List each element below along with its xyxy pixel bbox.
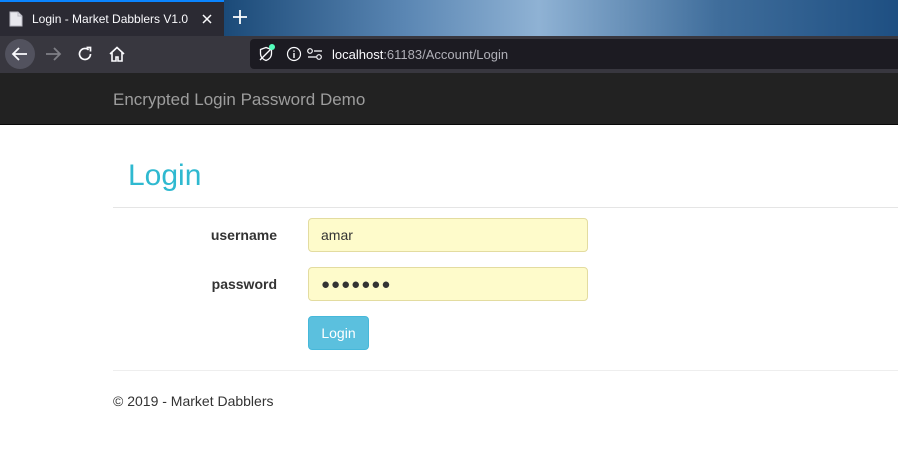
url-text[interactable]: localhost:61183/Account/Login: [332, 47, 508, 62]
username-label: username: [210, 227, 277, 243]
close-icon[interactable]: [199, 11, 215, 27]
info-icon[interactable]: [286, 46, 302, 62]
browser-tab-active[interactable]: Login - Market Dabblers V1.0: [0, 0, 224, 36]
reload-button[interactable]: [70, 39, 100, 69]
arrow-left-icon: [11, 47, 27, 61]
page-icon: [9, 11, 23, 27]
page-title: Login: [128, 159, 202, 192]
username-input[interactable]: [308, 218, 588, 252]
permissions-icon[interactable]: [306, 46, 324, 62]
back-button[interactable]: [5, 39, 35, 69]
url-path: :61183/Account/Login: [383, 47, 509, 62]
site-brand-link[interactable]: Encrypted Login Password Demo: [113, 90, 365, 110]
password-label: password: [211, 276, 277, 292]
reload-icon: [78, 46, 92, 61]
plus-icon[interactable]: [231, 8, 249, 26]
login-button[interactable]: Login: [308, 316, 369, 350]
home-icon: [109, 46, 125, 62]
site-navbar: Encrypted Login Password Demo: [0, 73, 898, 125]
arrow-right-icon: [46, 47, 62, 61]
divider: [113, 370, 898, 371]
footer-copyright: © 2019 - Market Dabblers: [113, 393, 274, 409]
forward-button[interactable]: [38, 39, 68, 69]
password-input[interactable]: [308, 267, 588, 301]
browser-tabstrip: Login - Market Dabblers V1.0: [0, 0, 898, 36]
url-host: localhost: [332, 47, 384, 62]
home-button[interactable]: [102, 39, 132, 69]
browser-toolbar: localhost:61183/Account/Login: [0, 36, 898, 73]
address-bar[interactable]: localhost:61183/Account/Login: [250, 39, 898, 69]
tracking-indicator-dot: [269, 44, 275, 50]
divider: [113, 207, 898, 208]
tab-title: Login - Market Dabblers V1.0: [32, 12, 189, 26]
